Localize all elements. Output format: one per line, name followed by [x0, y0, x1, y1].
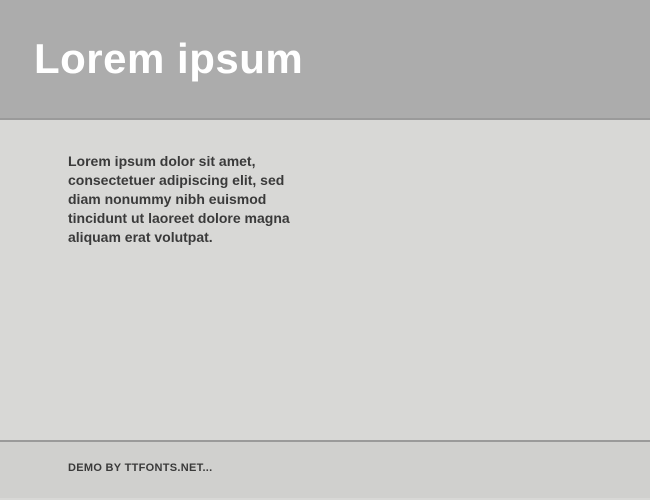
body-paragraph: Lorem ipsum dolor sit amet, consectetuer… [68, 152, 293, 246]
footer-text: DEMO BY TTFONTS.NET... [68, 462, 650, 474]
footer: DEMO BY TTFONTS.NET... [0, 442, 650, 498]
content-area: Lorem ipsum dolor sit amet, consectetuer… [0, 120, 650, 442]
header: Lorem ipsum [0, 0, 650, 120]
page-title: Lorem ipsum [34, 35, 303, 83]
